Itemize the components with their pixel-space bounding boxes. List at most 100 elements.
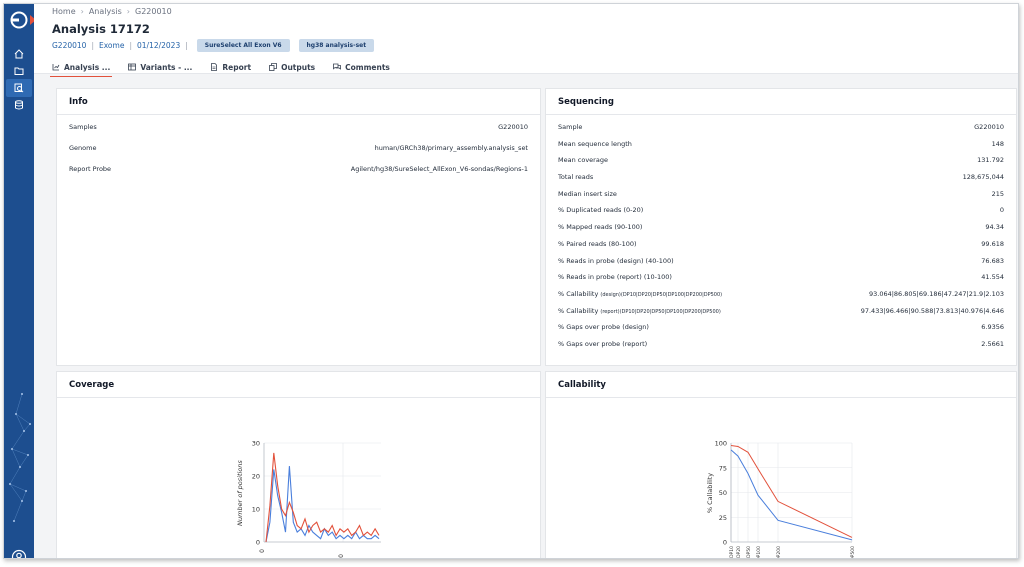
tab-variants[interactable]: Variants - ... — [128, 60, 192, 74]
info-row: Genome human/GRCh38/primary_assembly.ana… — [57, 144, 540, 165]
sequencing-label: Total reads — [558, 173, 594, 182]
sequencing-value: 76.683 — [981, 256, 1004, 265]
sequencing-list: Sample G220010 Mean sequence length 148 Mean… — [546, 115, 1016, 357]
breadcrumb-analysis[interactable]: Analysis — [89, 7, 122, 16]
x-tick-label: DP20 — [736, 546, 742, 558]
tab-label: Analysis ... — [64, 62, 111, 72]
sequencing-row: % Paired reads (80-100) 99.618 — [546, 240, 1016, 257]
divider: | — [91, 41, 94, 50]
y-tick-label: 100 — [715, 440, 727, 448]
sequencing-label: % Duplicated reads (0-20) — [558, 206, 644, 215]
user-avatar-icon[interactable] — [11, 549, 27, 559]
main-area: Home › Analysis › G220010 Analysis 17172… — [34, 4, 1018, 559]
sequencing-row: % Mapped reads (90-100) 94.34 — [546, 223, 1016, 240]
sequencing-value: 215 — [991, 189, 1004, 198]
sample-link[interactable]: G220010 — [52, 41, 86, 50]
page-title: Analysis 17172 — [52, 22, 150, 36]
sequencing-label: Median insert size — [558, 189, 617, 198]
sequencing-row: % Gaps over probe (report) 2.5661 — [546, 340, 1016, 357]
tab-comments[interactable]: Comments — [333, 60, 390, 74]
info-row: Samples G220010 — [57, 123, 540, 144]
x-tick-label: DP10 — [729, 546, 735, 558]
sequencing-label: Mean sequence length — [558, 139, 632, 148]
x-tick-label: 0 — [259, 549, 266, 553]
sequencing-value: 97.433|96.466|90.588|73.813|40.976|4.646 — [860, 306, 1004, 315]
sequencing-value: 94.34 — [985, 223, 1004, 232]
x-tick-label: DP50 — [746, 546, 752, 558]
y-axis-label: % Callability — [706, 473, 714, 513]
series-line — [265, 452, 380, 543]
y-tick-label: 50 — [719, 489, 727, 497]
y-tick-label: 75 — [719, 464, 727, 472]
x-tick-label: DP100 — [756, 546, 762, 559]
tab-report[interactable]: Report — [210, 60, 251, 74]
sequencing-row: Mean coverage 131.792 — [546, 156, 1016, 173]
coverage-chart: 0 10 20 30 0 2,000 Number of positions — [236, 440, 381, 558]
breadcrumb-home[interactable]: Home — [52, 7, 76, 16]
x-tick-label: DP200 — [776, 546, 782, 559]
chart-icon — [52, 64, 60, 71]
sequencing-row: Total reads 128,675,044 — [546, 173, 1016, 190]
info-value: G220010 — [498, 123, 528, 131]
sequencing-label: % Mapped reads (90-100) — [558, 223, 643, 232]
sequencing-label: % Callability (design)(DP10|DP20|DP50|DP… — [558, 289, 723, 298]
sequencing-value: 41.554 — [981, 273, 1004, 282]
sequencing-value: 148 — [991, 139, 1004, 148]
y-tick-label: 10 — [252, 506, 260, 514]
tab-label: Variants - ... — [140, 62, 193, 72]
sequencing-row: % Reads in probe (design) (40-100) 76.683 — [546, 257, 1016, 274]
genome-tag: hg38 analysis-set — [298, 39, 375, 52]
sequencing-sublabel: (design)(DP10|DP20|DP50|DP100|DP200|DP50… — [600, 291, 723, 298]
series-line — [730, 449, 853, 541]
breadcrumb-current: G220010 — [135, 7, 172, 16]
analysis-search-icon[interactable] — [6, 79, 32, 97]
sequencing-value: 93.064|86.805|69.186|47.247|21.9|2.103 — [868, 289, 1004, 298]
tab-bar: Analysis ... Variants - ... Report Outpu… — [49, 60, 390, 77]
sequencing-label: % Gaps over probe (design) — [558, 323, 649, 332]
info-label: Samples — [69, 123, 97, 131]
breadcrumb: Home › Analysis › G220010 — [52, 7, 172, 16]
divider: | — [129, 41, 132, 50]
analysis-meta: G220010 | Exome | 01/12/2023 | SureSelec… — [52, 39, 375, 52]
sequencing-label: Sample — [558, 123, 583, 131]
card-title: Callability — [546, 372, 1016, 398]
coverage-card: Coverage 0 10 20 30 0 2,000 Number of position… — [56, 371, 541, 558]
tab-label: Report — [222, 62, 252, 72]
tab-label: Comments — [345, 62, 390, 72]
app-logo[interactable] — [10, 11, 28, 29]
card-title: Coverage — [57, 372, 540, 398]
sequencing-row: % Gaps over probe (design) 6.9356 — [546, 323, 1016, 340]
info-label: Genome — [69, 144, 97, 152]
sequencing-label: % Gaps over probe (report) — [558, 339, 648, 348]
y-tick-label: 0 — [256, 539, 260, 547]
sequencing-row: % Callability (design)(DP10|DP20|DP50|DP… — [546, 290, 1016, 307]
info-value: Agilent/hg38/SureSelect_AllExon_V6-sonda… — [350, 165, 528, 173]
sequencing-value: 6.9356 — [981, 323, 1004, 332]
sequencing-row: Sample G220010 — [546, 123, 1016, 140]
y-tick-label: 20 — [252, 473, 260, 481]
database-icon[interactable] — [11, 97, 27, 113]
sequencing-row: % Callability (report)(DP10|DP20|DP50|DP… — [546, 307, 1016, 324]
sequencing-label: % Paired reads (80-100) — [558, 239, 637, 248]
sequencing-row: % Reads in probe (report) (10-100) 41.554 — [546, 273, 1016, 290]
x-tick-label: DP500 — [850, 546, 856, 559]
y-axis-label: Number of positions — [236, 460, 244, 526]
sequencing-value: 99.618 — [981, 239, 1004, 248]
y-tick-label: 25 — [719, 514, 727, 522]
tab-outputs[interactable]: Outputs — [269, 60, 315, 74]
sequencing-row: Median insert size 215 — [546, 190, 1016, 207]
sequencing-row: Mean sequence length 148 — [546, 140, 1016, 157]
analysis-date: 01/12/2023 — [136, 41, 181, 50]
home-icon[interactable] — [11, 46, 27, 62]
analysis-type: Exome — [98, 41, 125, 50]
folder-icon[interactable] — [11, 63, 27, 79]
sequencing-label: % Reads in probe (design) (40-100) — [558, 256, 674, 265]
sidebar-rail — [4, 4, 34, 559]
info-value: human/GRCh38/primary_assembly.analysis_s… — [374, 144, 528, 152]
app-window: Home › Analysis › G220010 Analysis 17172… — [3, 3, 1019, 559]
comments-icon — [333, 63, 342, 70]
sequencing-card: Sequencing Sample G220010 Mean sequence le… — [545, 88, 1017, 366]
network-decoration — [9, 393, 31, 522]
y-tick-label: 30 — [252, 440, 260, 448]
tab-analysis[interactable]: Analysis ... — [49, 60, 113, 77]
